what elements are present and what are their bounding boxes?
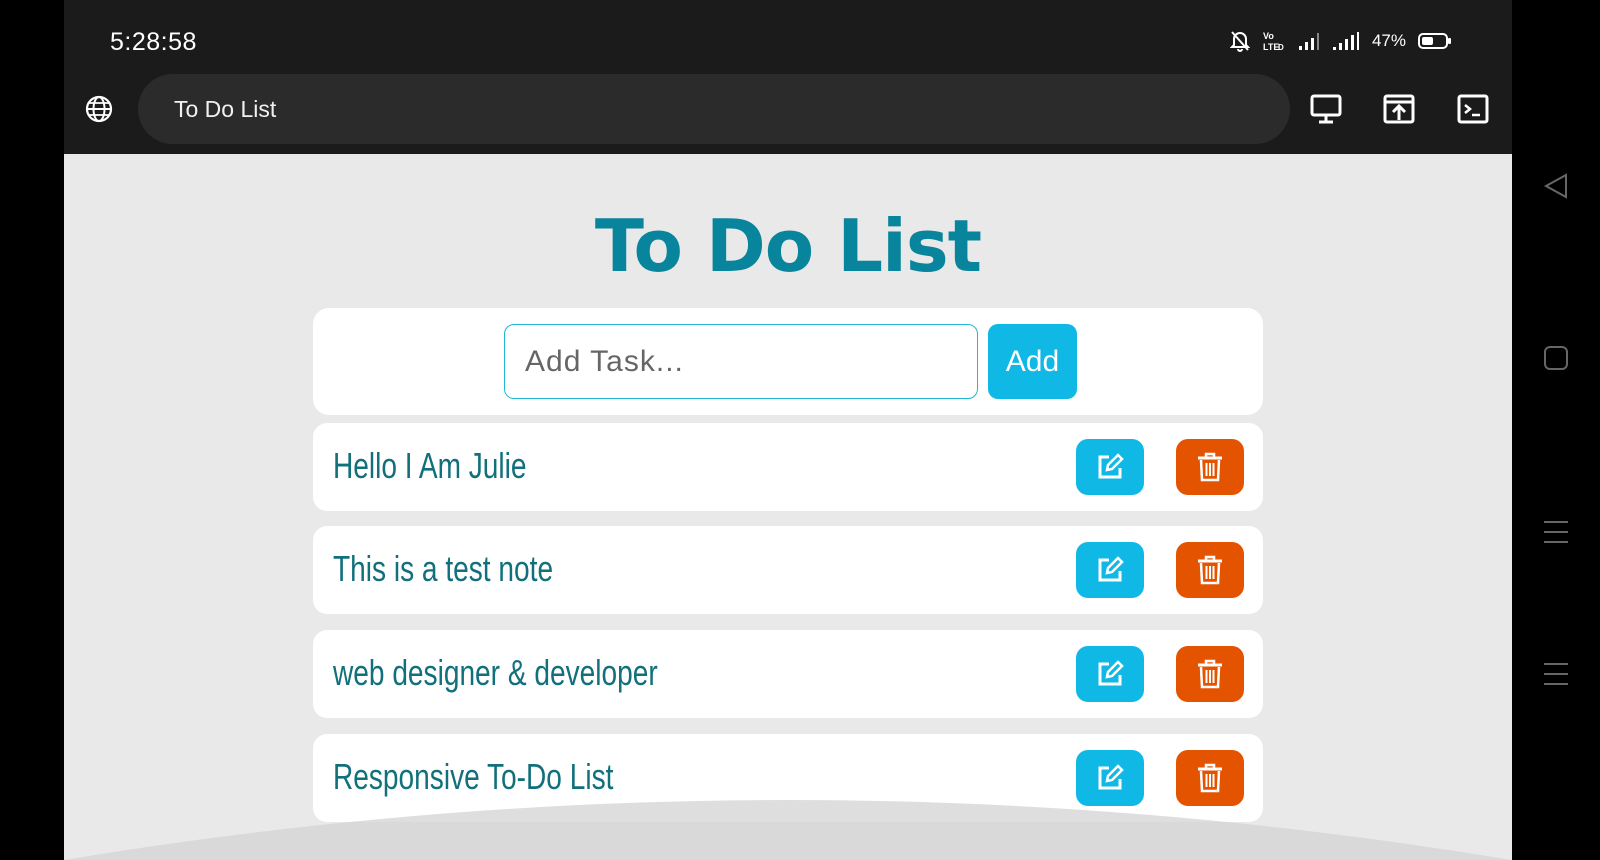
menu-icon[interactable] [1542,660,1570,688]
battery-icon [1418,33,1451,49]
edit-icon [1098,556,1124,582]
task-row: Hello I Am Julie [313,423,1263,511]
delete-button[interactable] [1176,542,1244,598]
terminal-icon[interactable] [1456,92,1490,126]
svg-text:Vo: Vo [1263,31,1274,41]
task-text: This is a test note [333,548,554,589]
task-row: This is a test note [313,526,1263,614]
edit-button[interactable] [1076,542,1144,598]
web-page: To Do List Add Hello I Am Julie [64,154,1512,860]
svg-text:LTE: LTE [1263,42,1279,52]
delete-button[interactable] [1176,439,1244,495]
status-icons: Vo LTE D 47% [1229,30,1452,52]
trash-icon [1198,659,1222,689]
system-nav [1512,0,1600,860]
edit-icon [1098,453,1124,479]
task-text: Hello I Am Julie [333,445,527,486]
bottom-curve [64,800,1512,860]
task-input[interactable] [504,324,978,399]
edit-button[interactable] [1076,646,1144,702]
add-button[interactable]: Add [988,324,1077,399]
volte-icon: Vo LTE D [1263,31,1284,52]
desktop-icon[interactable] [1309,92,1343,126]
screen: 5:28:58 Vo LTE D 47% To Do List To Do Li… [0,0,1600,860]
home-icon[interactable] [1542,344,1570,372]
trash-icon [1198,555,1222,585]
menu-icon[interactable] [1542,518,1570,546]
add-task-card: Add [313,308,1263,415]
trash-icon [1198,452,1222,482]
back-icon[interactable] [1542,172,1570,200]
globe-icon[interactable] [84,94,114,124]
task-text: web designer & developer [333,652,658,693]
edit-button[interactable] [1076,439,1144,495]
address-bar[interactable]: To Do List [138,74,1290,144]
status-time: 5:28:58 [110,28,197,56]
delete-button[interactable] [1176,646,1244,702]
share-icon[interactable] [1382,92,1416,126]
mute-bell-icon [1229,31,1250,52]
tab-title: To Do List [174,96,277,122]
edit-icon [1098,660,1124,686]
signal-icon [1298,33,1319,50]
browser-chrome: 5:28:58 Vo LTE D 47% To Do List [64,0,1512,154]
svg-text:D: D [1278,43,1284,52]
battery-percent: 47% [1371,31,1406,50]
task-row: web designer & developer [313,630,1263,718]
signal-icon [1332,32,1359,50]
page-title: To Do List [594,204,982,288]
